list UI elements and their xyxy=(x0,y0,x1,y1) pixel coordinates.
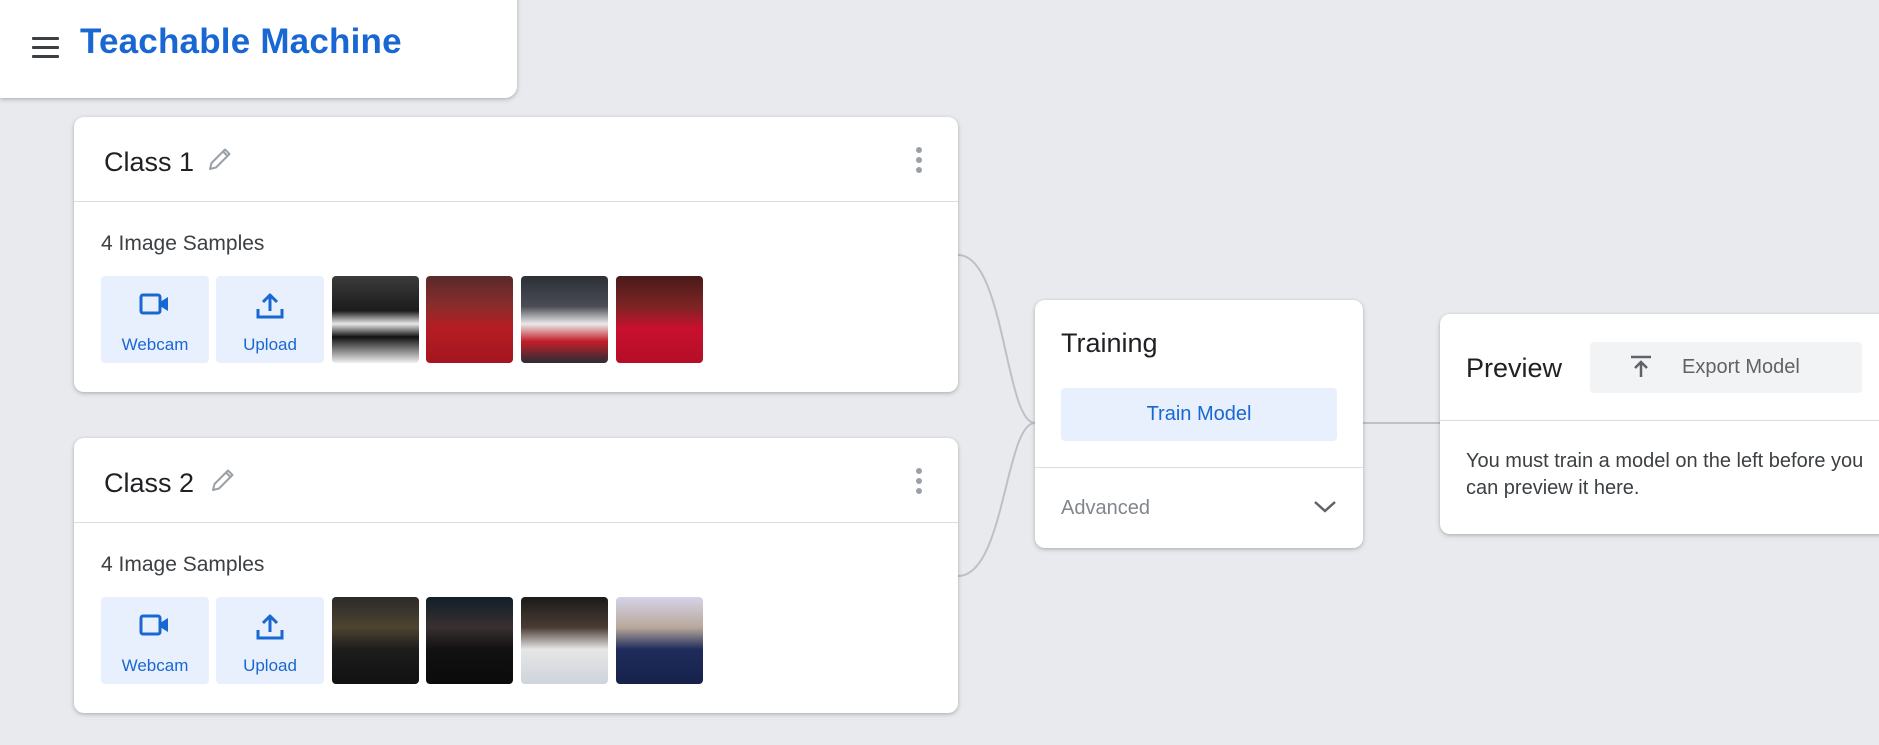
sample-thumbnail[interactable] xyxy=(426,597,513,684)
upload-icon xyxy=(256,293,284,319)
preview-panel: Preview Export Model You must train a mo… xyxy=(1440,314,1879,534)
advanced-label: Advanced xyxy=(1061,497,1150,519)
train-model-button[interactable]: Train Model xyxy=(1061,388,1337,441)
sample-thumbnail[interactable] xyxy=(426,276,513,363)
sample-count: 4 Image Samples xyxy=(101,232,265,255)
chevron-down-icon xyxy=(1314,501,1336,513)
training-title: Training xyxy=(1061,328,1158,358)
export-model-button[interactable]: Export Model xyxy=(1590,342,1862,393)
menu-icon[interactable] xyxy=(30,35,62,61)
webcam-label: Webcam xyxy=(121,656,189,675)
more-options-icon[interactable] xyxy=(914,468,924,496)
upload-icon xyxy=(256,614,284,640)
sample-thumbnail[interactable] xyxy=(521,597,608,684)
upload-button[interactable]: Upload xyxy=(216,597,324,684)
divider xyxy=(1440,420,1879,421)
class-card-2: Class 2 4 Image Samples Webcam Upload xyxy=(74,438,958,713)
sample-thumbnail[interactable] xyxy=(616,276,703,363)
export-model-label: Export Model xyxy=(1682,356,1800,378)
training-panel: Training Train Model Advanced xyxy=(1035,300,1363,548)
webcam-button[interactable]: Webcam xyxy=(101,276,209,363)
preview-message: You must train a model on the left befor… xyxy=(1466,450,1864,499)
webcam-label: Webcam xyxy=(121,335,189,354)
class-name[interactable]: Class 1 xyxy=(104,147,194,178)
upload-label: Upload xyxy=(243,335,297,354)
upload-label: Upload xyxy=(243,656,297,675)
export-upload-icon xyxy=(1631,355,1651,377)
sample-count: 4 Image Samples xyxy=(101,553,265,576)
preview-title: Preview xyxy=(1466,353,1563,383)
sample-thumbnail[interactable] xyxy=(332,597,419,684)
advanced-toggle[interactable]: Advanced xyxy=(1035,468,1363,548)
webcam-button[interactable]: Webcam xyxy=(101,597,209,684)
class-name[interactable]: Class 2 xyxy=(104,468,194,499)
upload-button[interactable]: Upload xyxy=(216,276,324,363)
class-card-header: Class 2 xyxy=(74,438,958,523)
sample-thumbnail[interactable] xyxy=(332,276,419,363)
pencil-edit-icon[interactable] xyxy=(204,143,236,175)
class-card-header: Class 1 xyxy=(74,117,958,202)
pencil-edit-icon[interactable] xyxy=(207,464,239,496)
sample-thumbnail[interactable] xyxy=(521,276,608,363)
app-header: Teachable Machine xyxy=(0,0,517,98)
video-camera-icon xyxy=(139,293,168,315)
sample-thumbnail[interactable] xyxy=(616,597,703,684)
video-camera-icon xyxy=(139,614,168,636)
more-options-icon[interactable] xyxy=(914,147,924,175)
app-title: Teachable Machine xyxy=(80,22,402,61)
class-card-1: Class 1 4 Image Samples Webcam Upload xyxy=(74,117,958,392)
